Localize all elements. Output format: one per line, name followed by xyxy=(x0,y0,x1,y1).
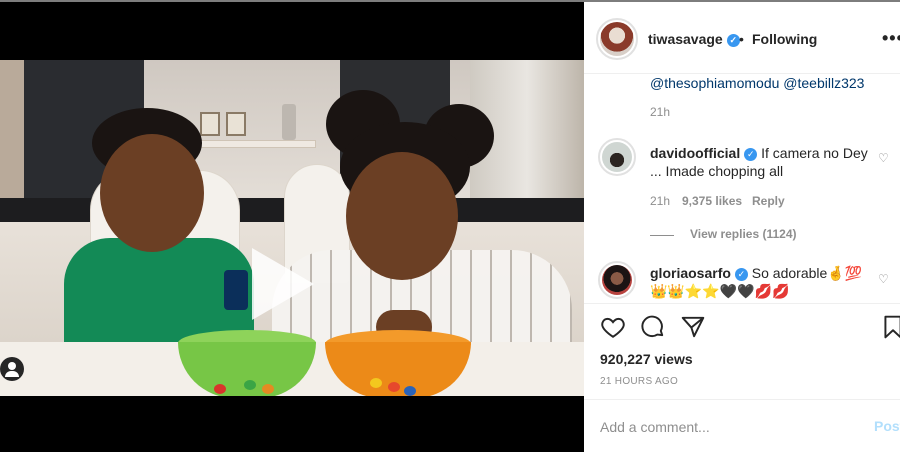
background-shelf xyxy=(196,140,316,148)
shirt-number xyxy=(224,270,248,310)
girl-face xyxy=(346,152,458,280)
view-replies-button[interactable]: View replies (1124) xyxy=(690,227,797,241)
comment-likes[interactable]: 9,375 likes xyxy=(682,194,742,208)
post-panel: tiwasavage✓ • Following ••• @thesophiamo… xyxy=(584,2,900,452)
comment-like-heart-icon[interactable]: ♡ xyxy=(878,273,890,285)
candy xyxy=(404,386,416,396)
commenter-avatar[interactable] xyxy=(598,138,636,176)
comment-body: davidoofficial ✓ If camera no Dey ... Ima… xyxy=(650,144,870,180)
video-frame[interactable] xyxy=(0,60,584,396)
verified-badge-icon: ✓ xyxy=(734,267,748,281)
photo-frame xyxy=(226,112,246,136)
heart-icon[interactable] xyxy=(600,314,626,340)
comment-body: gloriaosarfo ✓ So adorable🤞💯 👑👑⭐⭐🖤🖤💋💋 xyxy=(650,264,870,300)
bookmark-icon[interactable] xyxy=(880,314,900,340)
view-count[interactable]: 920,227 views xyxy=(600,351,693,367)
user-tag-icon[interactable] xyxy=(0,357,24,381)
candy xyxy=(262,384,274,394)
post-button[interactable]: Post xyxy=(874,418,900,434)
more-options-icon[interactable]: ••• xyxy=(882,28,900,49)
comment-time: 21h xyxy=(650,105,671,119)
comment-composer: Post xyxy=(584,399,900,452)
replies-divider xyxy=(650,235,674,236)
mention-line[interactable]: @thesophiamomodu @teebillz323 xyxy=(650,75,864,91)
reply-button[interactable]: Reply xyxy=(752,194,785,208)
author-avatar[interactable] xyxy=(596,18,638,60)
verified-badge-icon: ✓ xyxy=(726,33,740,47)
verified-badge-icon: ✓ xyxy=(744,147,758,161)
post-actions: 920,227 views 21 HOURS AGO xyxy=(584,303,900,399)
post-header: tiwasavage✓ • Following ••• xyxy=(584,2,900,74)
comments-list: @thesophiamomodu @teebillz323 21h davido… xyxy=(584,75,900,303)
background-vase xyxy=(282,104,296,140)
comment-icon[interactable] xyxy=(640,314,666,340)
candy xyxy=(370,378,382,388)
candy xyxy=(388,382,400,392)
share-icon[interactable] xyxy=(680,314,706,340)
author-username[interactable]: tiwasavage ✓ xyxy=(648,31,740,47)
author-name[interactable]: tiwasavage xyxy=(648,31,723,47)
candy xyxy=(214,384,226,394)
commenter-username[interactable]: gloriaosarfo xyxy=(650,265,731,281)
comment-like-heart-icon[interactable]: ♡ xyxy=(878,152,890,164)
post-timestamp[interactable]: 21 HOURS AGO xyxy=(600,376,678,387)
commenter-avatar[interactable] xyxy=(598,261,636,299)
video-player[interactable] xyxy=(0,2,584,452)
comment-time: 21h xyxy=(650,194,671,208)
separator-dot: • xyxy=(739,31,744,47)
photo-frame xyxy=(200,112,220,136)
candy xyxy=(244,380,256,390)
boy-face xyxy=(100,134,204,252)
following-button[interactable]: Following xyxy=(752,31,817,47)
commenter-username[interactable]: davidoofficial xyxy=(650,145,740,161)
play-icon[interactable] xyxy=(252,248,314,320)
comment-input[interactable] xyxy=(600,418,860,436)
